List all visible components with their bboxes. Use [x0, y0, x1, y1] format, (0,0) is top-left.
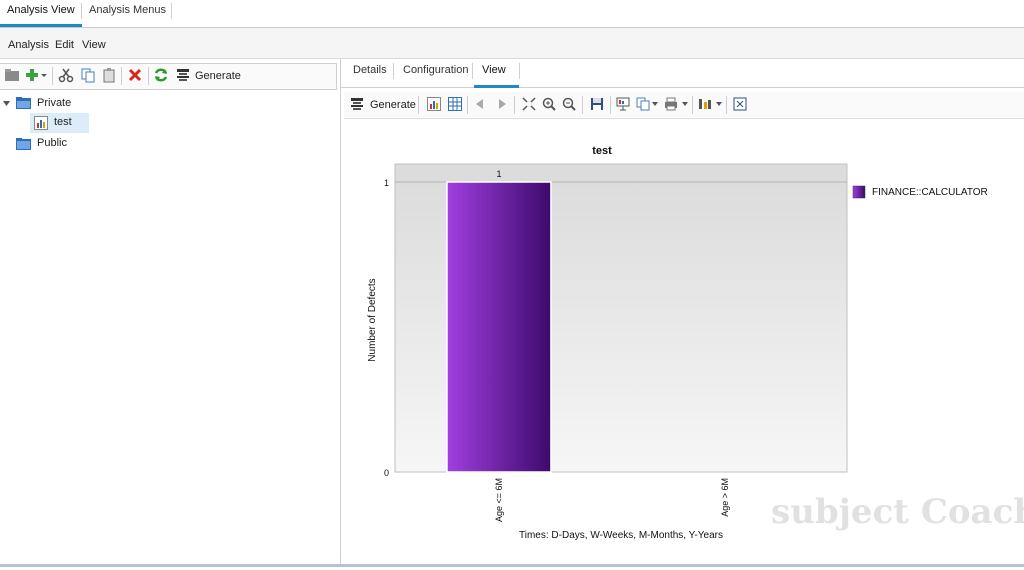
refresh-icon[interactable]	[153, 67, 169, 83]
copy-graph-icon[interactable]	[636, 97, 650, 111]
tree-toolbar: Generate	[0, 63, 337, 90]
generate-graph-button[interactable]: Generate	[370, 99, 416, 111]
full-screen-icon[interactable]	[733, 97, 747, 111]
folder-open-icon	[16, 97, 31, 109]
collapse-arrow-icon[interactable]	[3, 100, 11, 108]
toolbar-divider	[148, 67, 149, 85]
tab-details[interactable]: Details	[345, 59, 395, 85]
x-axis-tick-labels: Age <= 6M Age > 6M	[494, 478, 730, 522]
graph-options-icon[interactable]	[698, 97, 712, 111]
zoom-out-icon[interactable]	[562, 97, 576, 111]
toolbar-divider	[467, 96, 468, 114]
zoom-in-icon[interactable]	[542, 97, 556, 111]
tree-node-public[interactable]: Public	[37, 134, 67, 152]
new-folder-icon[interactable]	[4, 67, 20, 83]
generate-button-label[interactable]: Generate	[195, 70, 241, 82]
grid-table-icon[interactable]	[448, 97, 462, 111]
toolbar-divider	[121, 67, 122, 85]
details-tab-bar: Details Configuration View	[341, 59, 1024, 88]
cut-icon[interactable]	[58, 67, 74, 83]
rotate-right-icon[interactable]	[494, 97, 508, 111]
x-axis-label: Times: D-Days, W-Weeks, M-Months, Y-Year…	[519, 530, 723, 541]
chart-title: test	[592, 145, 612, 157]
add-icon[interactable]	[24, 67, 40, 83]
top-tab-bar: Analysis View Analysis Menus	[0, 0, 1024, 28]
menu-edit[interactable]: Edit	[55, 39, 74, 51]
generate-icon[interactable]	[350, 97, 364, 111]
folder-icon	[16, 138, 31, 150]
fit-to-window-icon[interactable]	[522, 97, 536, 111]
chevron-down-icon[interactable]	[716, 101, 722, 107]
presentation-icon[interactable]	[616, 97, 630, 111]
toolbar-divider	[692, 96, 693, 114]
x-tick-label: Age > 6M	[720, 478, 730, 517]
tab-divider	[393, 63, 394, 79]
tab-analysis-view[interactable]: Analysis View	[0, 0, 82, 27]
save-icon[interactable]	[590, 97, 604, 111]
chart-area: test 01 1 Age <= 6M Age > 6M Number of De…	[341, 120, 1024, 567]
toolbar-divider	[726, 96, 727, 114]
graph-toolbar: Generate	[344, 92, 1024, 119]
copy-icon[interactable]	[80, 67, 96, 83]
plot-header	[394, 163, 848, 183]
y-axis-label: Number of Defects	[367, 278, 378, 361]
tree-node-test[interactable]: test	[30, 113, 89, 133]
y-axis-ticks: 01	[384, 178, 389, 478]
bar-chart-icon	[34, 116, 48, 130]
chevron-down-icon[interactable]	[682, 101, 688, 107]
bar-chart-icon[interactable]	[427, 97, 441, 111]
analysis-tree-panel: Generate Private test Public	[0, 59, 341, 567]
y-tick-label: 1	[384, 178, 389, 188]
x-tick-label: Age <= 6M	[494, 478, 504, 522]
delete-icon[interactable]	[127, 67, 143, 83]
legend-entry: FINANCE::CALCULATOR	[872, 187, 988, 198]
tab-divider	[472, 63, 473, 79]
data-label: 1	[496, 169, 501, 179]
rotate-left-icon[interactable]	[474, 97, 488, 111]
add-dropdown-icon[interactable]	[40, 67, 48, 83]
menu-view[interactable]: View	[82, 39, 106, 51]
tab-analysis-menus[interactable]: Analysis Menus	[82, 0, 173, 24]
legend-swatch	[852, 185, 866, 199]
bars: 1	[446, 169, 552, 473]
toolbar-divider	[52, 67, 53, 85]
menubar: Analysis Edit View	[0, 28, 1024, 59]
tree-node-test-label: test	[54, 116, 72, 128]
generate-icon[interactable]	[175, 67, 191, 83]
watermark: subject Coach	[771, 492, 1024, 532]
y-tick-label: 0	[384, 468, 389, 478]
toolbar-divider	[582, 96, 583, 114]
toolbar-divider	[418, 96, 419, 114]
tab-divider	[519, 63, 520, 79]
menu-analysis[interactable]: Analysis	[8, 39, 49, 51]
paste-icon[interactable]	[101, 67, 117, 83]
toolbar-divider	[514, 96, 515, 114]
tree-node-private[interactable]: Private	[37, 94, 71, 112]
print-icon[interactable]	[664, 97, 678, 111]
tab-view[interactable]: View	[474, 59, 519, 88]
tab-divider	[171, 3, 172, 19]
tab-configuration[interactable]: Configuration	[395, 59, 476, 85]
chevron-down-icon[interactable]	[652, 101, 658, 107]
toolbar-divider	[610, 96, 611, 114]
bar[interactable]	[446, 181, 552, 473]
